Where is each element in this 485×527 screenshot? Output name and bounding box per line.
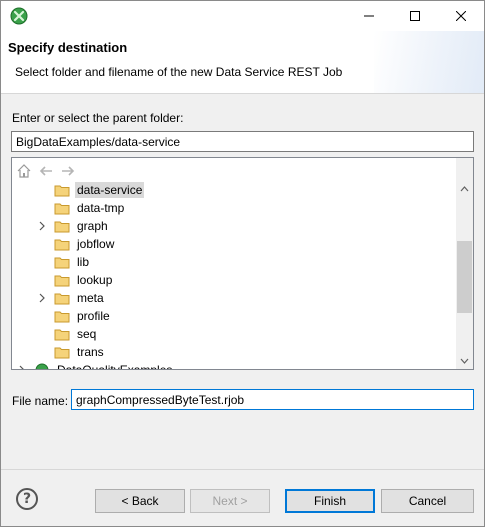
finish-button[interactable]: Finish (285, 489, 375, 513)
maximize-button[interactable] (392, 1, 438, 31)
folder-icon (54, 275, 70, 287)
home-icon[interactable] (16, 163, 32, 179)
header-banner (374, 31, 484, 93)
folder-icon (54, 257, 70, 269)
tree-item-trans[interactable]: trans (36, 343, 106, 361)
tree-item-label: profile (77, 309, 110, 323)
expand-chevron-icon[interactable] (16, 361, 28, 369)
file-name-label: File name: (12, 394, 69, 408)
close-icon (456, 11, 466, 21)
tree-item-label: meta (77, 291, 104, 305)
back-button[interactable]: < Back (95, 489, 185, 513)
tree-item-label: data-tmp (77, 201, 125, 215)
tree-scrollbar[interactable] (456, 158, 473, 369)
tree-item-label: trans (77, 345, 104, 359)
folder-icon (54, 185, 70, 197)
maximize-icon (410, 11, 420, 21)
minimize-icon (364, 15, 374, 17)
scroll-down-button[interactable] (456, 352, 473, 369)
folder-icon (54, 221, 70, 233)
tree-toolbar (16, 162, 76, 180)
cancel-button[interactable]: Cancel (381, 489, 474, 513)
folder-tree[interactable]: data-service data-tmp graph jobflow lib (11, 157, 474, 370)
tree-item-label: seq (77, 327, 97, 341)
folder-icon (54, 311, 70, 323)
tree-item-graph[interactable]: graph (36, 217, 110, 235)
expand-chevron-icon[interactable] (36, 217, 48, 235)
tree-item-label: DataQualityExamples (57, 363, 173, 370)
tree-item-data-tmp[interactable]: data-tmp (36, 199, 126, 217)
folder-icon (54, 293, 70, 305)
title-bar[interactable] (1, 1, 484, 31)
tree-item-project[interactable]: DataQualityExamples (16, 361, 174, 370)
tree-item-jobflow[interactable]: jobflow (36, 235, 116, 253)
tree-item-seq[interactable]: seq (36, 325, 98, 343)
minimize-button[interactable] (346, 1, 392, 31)
tree-item-lookup[interactable]: lookup (36, 271, 114, 289)
tree-item-data-service[interactable]: data-service (36, 181, 145, 199)
tree-item-label: data-service (75, 182, 145, 198)
expand-chevron-icon[interactable] (36, 289, 48, 307)
project-icon (35, 363, 49, 369)
scroll-thumb[interactable] (457, 241, 472, 313)
forward-arrow-icon[interactable] (60, 163, 76, 179)
wizard-header: Specify destination Select folder and fi… (1, 31, 484, 94)
parent-folder-label: Enter or select the parent folder: (12, 111, 184, 125)
scroll-up-button[interactable] (456, 180, 473, 197)
chevron-down-icon (460, 358, 469, 364)
page-title: Specify destination (8, 40, 128, 55)
divider (1, 469, 484, 470)
tree-item-label: lookup (77, 273, 113, 287)
parent-folder-input[interactable]: BigDataExamples/data-service (11, 131, 474, 152)
folder-icon (54, 347, 70, 359)
file-name-input[interactable]: graphCompressedByteTest.rjob (71, 389, 474, 410)
tree-item-label: jobflow (77, 237, 115, 251)
new-rest-job-wizard: Specify destination Select folder and fi… (0, 0, 485, 527)
tree-item-label: lib (77, 255, 90, 269)
tree-item-lib[interactable]: lib (36, 253, 91, 271)
folder-icon (54, 329, 70, 341)
back-arrow-icon[interactable] (38, 163, 54, 179)
tree-item-label: graph (77, 219, 108, 233)
help-button[interactable]: ? (16, 488, 38, 510)
page-description: Select folder and filename of the new Da… (15, 65, 343, 79)
close-button[interactable] (438, 1, 484, 31)
folder-icon (54, 203, 70, 215)
next-button[interactable]: Next > (190, 489, 270, 513)
chevron-up-icon (460, 185, 469, 191)
folder-icon (54, 239, 70, 251)
app-logo-icon (10, 7, 28, 25)
tree-item-meta[interactable]: meta (36, 289, 106, 307)
tree-item-profile[interactable]: profile (36, 307, 112, 325)
